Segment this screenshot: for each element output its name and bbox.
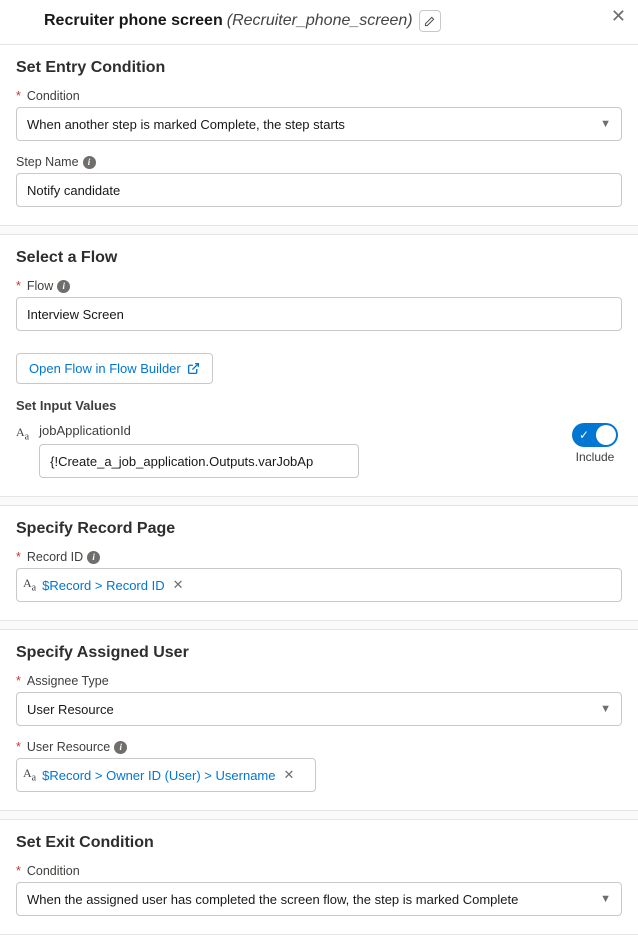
section-title-record: Specify Record Page <box>16 520 622 538</box>
toggle-label: Include <box>576 450 615 464</box>
close-button[interactable]: ✕ <box>611 6 626 27</box>
flow-input[interactable] <box>16 297 622 331</box>
required-asterisk: * <box>16 550 21 564</box>
header-title: Recruiter phone screen <box>44 12 223 30</box>
section-title-flow: Select a Flow <box>16 249 622 267</box>
entry-condition-select[interactable]: When another step is marked Complete, th… <box>16 107 622 141</box>
info-icon[interactable]: i <box>87 551 100 564</box>
required-asterisk: * <box>16 864 21 878</box>
chevron-down-icon: ▼ <box>600 893 611 905</box>
info-icon[interactable]: i <box>83 156 96 169</box>
required-asterisk: * <box>16 740 21 754</box>
variable-value-input[interactable] <box>39 444 359 478</box>
record-id-label: * Record ID i <box>16 550 622 564</box>
step-name-label: Step Name i <box>16 155 622 169</box>
required-asterisk: * <box>16 279 21 293</box>
pencil-icon <box>424 16 435 27</box>
chevron-down-icon: ▼ <box>600 703 611 715</box>
record-id-pill: $Record > Record ID <box>42 578 164 593</box>
include-toggle[interactable]: ✓ <box>572 423 618 447</box>
required-asterisk: * <box>16 89 21 103</box>
select-flow-section: Select a Flow * Flow i Open Flow in Flow… <box>0 234 638 497</box>
assigned-user-section: Specify Assigned User * Assignee Type Us… <box>0 629 638 811</box>
entry-condition-section: Set Entry Condition * Condition When ano… <box>0 45 638 226</box>
set-input-values-title: Set Input Values <box>16 398 622 413</box>
exit-condition-section: Set Exit Condition * Condition When the … <box>0 819 638 935</box>
entry-condition-label: * Condition <box>16 89 622 103</box>
check-icon: ✓ <box>579 428 589 442</box>
flow-label: * Flow i <box>16 279 622 293</box>
required-asterisk: * <box>16 674 21 688</box>
text-type-icon: Aa <box>23 576 36 593</box>
info-icon[interactable]: i <box>114 741 127 754</box>
assignee-type-label: * Assignee Type <box>16 674 622 688</box>
section-title-exit: Set Exit Condition <box>16 834 622 852</box>
user-resource-label: * User Resource i <box>16 740 622 754</box>
text-type-icon: Aa <box>16 425 29 442</box>
header-api-name: (Recruiter_phone_screen) <box>227 12 413 30</box>
assignee-type-select[interactable]: User Resource ▼ <box>16 692 622 726</box>
close-icon: ✕ <box>611 6 626 26</box>
record-id-input[interactable]: Aa $Record > Record ID ✕ <box>16 568 622 602</box>
input-variable-row: Aa jobApplicationId ✓ Include <box>16 423 622 478</box>
section-title-assignee: Specify Assigned User <box>16 644 622 662</box>
step-name-input[interactable] <box>16 173 622 207</box>
record-page-section: Specify Record Page * Record ID i Aa $Re… <box>0 505 638 621</box>
open-flow-builder-button[interactable]: Open Flow in Flow Builder <box>16 353 213 384</box>
remove-pill-button[interactable]: ✕ <box>283 767 294 783</box>
chevron-down-icon: ▼ <box>600 118 611 130</box>
section-title-entry: Set Entry Condition <box>16 59 622 77</box>
external-link-icon <box>187 362 200 375</box>
remove-pill-button[interactable]: ✕ <box>173 577 184 593</box>
info-icon[interactable]: i <box>57 280 70 293</box>
variable-name: jobApplicationId <box>39 423 562 438</box>
user-resource-input[interactable]: Aa $Record > Owner ID (User) > Username … <box>16 758 316 792</box>
panel-header: Recruiter phone screen (Recruiter_phone_… <box>0 0 638 45</box>
edit-button[interactable] <box>419 10 441 32</box>
user-resource-pill: $Record > Owner ID (User) > Username <box>42 768 275 783</box>
toggle-knob <box>596 425 616 445</box>
text-type-icon: Aa <box>23 766 36 783</box>
exit-condition-label: * Condition <box>16 864 622 878</box>
